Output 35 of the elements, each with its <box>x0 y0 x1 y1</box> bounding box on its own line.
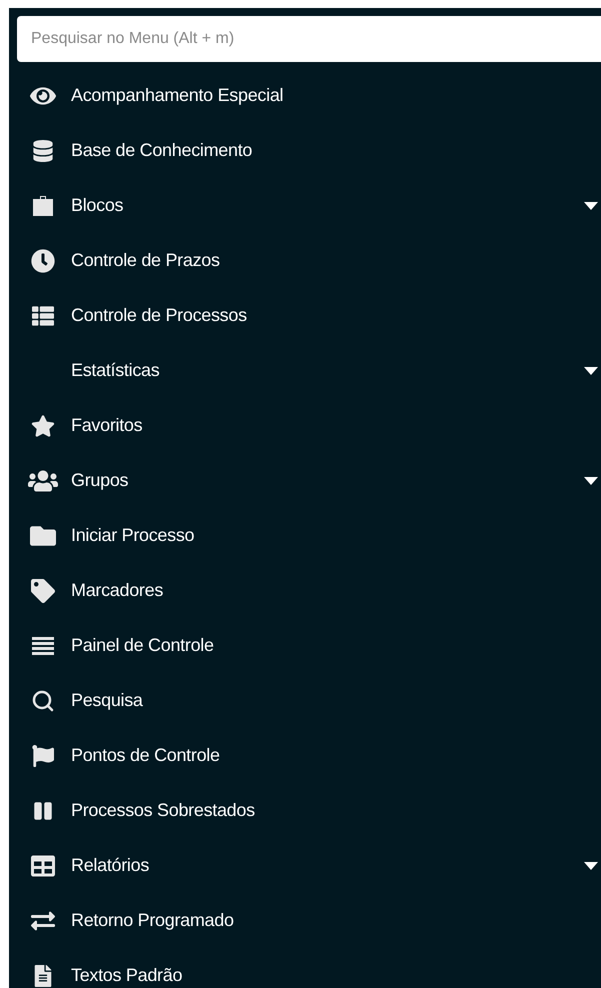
document-icon <box>32 964 54 986</box>
tag-icon <box>31 578 55 602</box>
search-icon <box>31 688 55 712</box>
clock-icon <box>31 248 55 272</box>
menu-item[interactable]: Base de Conhecimento <box>71 140 598 161</box>
menu-icon <box>32 634 54 656</box>
list-icon <box>32 304 54 326</box>
flag-icon <box>32 744 54 766</box>
pause-icon <box>33 800 53 820</box>
menu-item[interactable]: Marcadores <box>71 580 598 601</box>
menu-item[interactable]: Pesquisa <box>71 690 598 711</box>
table-icon <box>31 854 55 878</box>
caret-icon[interactable] <box>584 476 598 484</box>
menu-item[interactable]: Controle de Processos <box>71 305 598 326</box>
menu-item[interactable]: Retorno Programado <box>71 910 598 931</box>
caret-icon[interactable] <box>584 862 598 870</box>
menu-item[interactable]: Processos Sobrestados <box>71 800 598 821</box>
star-icon <box>31 414 55 438</box>
menu-item[interactable]: Painel de Controle <box>71 635 598 656</box>
menu-item[interactable]: Pontos de Controle <box>71 745 598 766</box>
menu-item[interactable]: Textos Padrão <box>71 965 598 986</box>
menu-item[interactable]: Favoritos <box>71 415 598 436</box>
menu-item[interactable]: Estatísticas <box>71 360 584 381</box>
menu-item[interactable]: Blocos <box>71 195 584 216</box>
menu-item[interactable]: Iniciar Processo <box>71 525 598 546</box>
search-field[interactable]: Pesquisar no Menu (Alt + m) <box>17 16 601 62</box>
menu-item[interactable]: Grupos <box>71 470 584 491</box>
block-icon <box>32 194 54 216</box>
menu-item[interactable]: Acompanhamento Especial <box>71 85 598 106</box>
arrows-icon <box>31 908 55 932</box>
menu-item[interactable]: Relatórios <box>71 855 584 876</box>
caret-icon[interactable] <box>584 366 598 374</box>
caret-icon[interactable] <box>584 202 598 210</box>
menu-item[interactable]: Controle de Prazos <box>71 250 598 271</box>
database-icon <box>32 140 54 162</box>
